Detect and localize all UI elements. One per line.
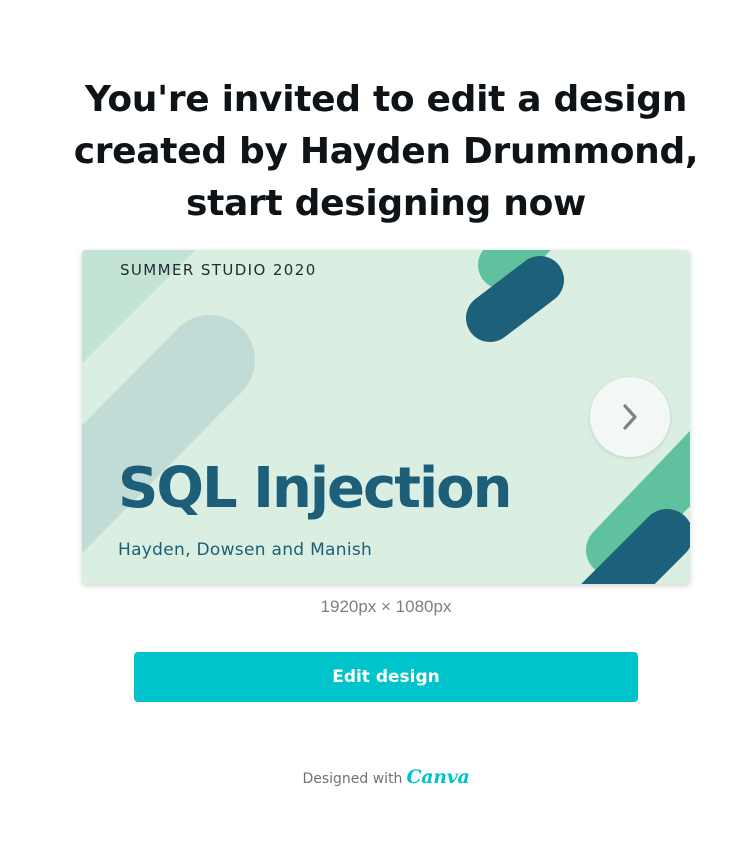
invite-headline-line: start designing now bbox=[186, 183, 586, 224]
design-authors: Hayden, Dowsen and Manish bbox=[118, 540, 373, 560]
invite-headline-line: You're invited to edit a design bbox=[84, 79, 688, 120]
next-page-button[interactable] bbox=[590, 377, 670, 457]
edit-design-button[interactable]: Edit design bbox=[134, 652, 638, 702]
invite-headline-line: created by Hayden Drummond, bbox=[73, 131, 699, 172]
designed-with-text: Designed with bbox=[302, 771, 403, 787]
designed-with-footer: Designed with Canva bbox=[0, 766, 730, 788]
design-preview-card: SUMMER STUDIO 2020 SQL Injection Hayden,… bbox=[82, 250, 690, 584]
studio-label: SUMMER STUDIO 2020 bbox=[120, 261, 317, 279]
canva-logo[interactable]: Canva bbox=[406, 766, 469, 788]
chevron-right-icon bbox=[623, 404, 637, 430]
invite-headline: You're invited to edit a design created … bbox=[40, 74, 730, 230]
design-title: SQL Injection bbox=[118, 456, 512, 521]
design-dimensions: 1920px × 1080px bbox=[320, 597, 452, 616]
